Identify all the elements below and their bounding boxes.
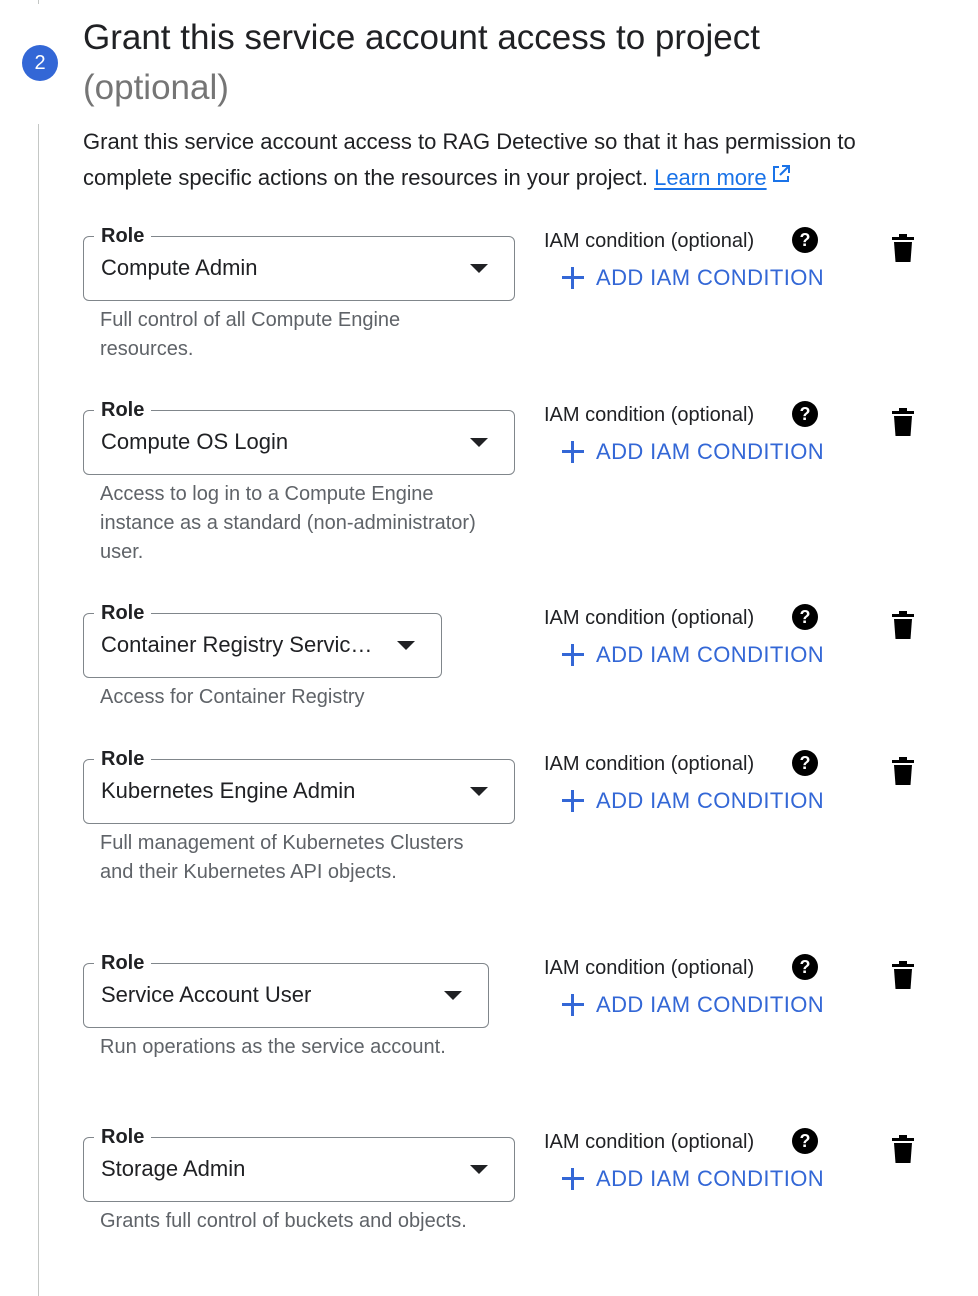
add-iam-condition-button[interactable]: ADD IAM CONDITION	[562, 788, 824, 814]
role-label: Role	[94, 600, 152, 626]
help-icon[interactable]: ?	[792, 227, 818, 253]
role-description: Access to log in to a Compute Engine ins…	[100, 483, 476, 563]
chevron-down-icon	[444, 991, 462, 1000]
role-value: Container Registry Servic…	[101, 632, 373, 657]
chevron-down-icon	[470, 1165, 488, 1174]
add-iam-condition-label: ADD IAM CONDITION	[596, 1166, 825, 1191]
add-iam-condition-label: ADD IAM CONDITION	[596, 439, 825, 464]
add-iam-condition-button[interactable]: ADD IAM CONDITION	[562, 642, 824, 668]
chevron-down-icon	[470, 438, 488, 447]
role-select[interactable]: Role Service Account User	[83, 950, 489, 1028]
external-link-icon	[771, 159, 791, 195]
add-iam-condition-label: ADD IAM CONDITION	[596, 642, 825, 667]
section-description: Grant this service account access to RAG…	[83, 124, 933, 197]
role-label: Role	[94, 397, 152, 423]
role-description: Full control of all Compute Engine resou…	[100, 309, 401, 360]
role-description: Run operations as the service account.	[100, 1036, 446, 1058]
role-value: Kubernetes Engine Admin	[101, 778, 356, 803]
role-select[interactable]: Role Compute Admin	[83, 223, 515, 301]
section-title: Grant this service account access to pro…	[83, 18, 760, 57]
plus-icon	[562, 1168, 584, 1190]
add-iam-condition-label: ADD IAM CONDITION	[596, 788, 825, 813]
role-value: Compute OS Login	[101, 429, 289, 454]
add-iam-condition-button[interactable]: ADD IAM CONDITION	[562, 1166, 824, 1192]
role-label: Role	[94, 950, 152, 976]
plus-icon	[562, 644, 584, 666]
role-select[interactable]: Role Storage Admin	[83, 1124, 515, 1202]
section-subtitle: (optional)	[83, 68, 229, 107]
plus-icon	[562, 994, 584, 1016]
role-label: Role	[94, 746, 152, 772]
stepper-line-top	[38, 0, 39, 4]
help-icon[interactable]: ?	[792, 954, 818, 980]
iam-condition-label: IAM condition (optional)	[544, 753, 755, 775]
learn-more-link[interactable]: Learn more	[654, 165, 791, 190]
role-select[interactable]: Role Kubernetes Engine Admin	[83, 746, 515, 824]
iam-condition-label: IAM condition (optional)	[544, 1131, 755, 1153]
help-icon[interactable]: ?	[792, 401, 818, 427]
stepper-line	[38, 124, 39, 1296]
role-select[interactable]: Role Compute OS Login	[83, 397, 515, 475]
iam-condition-label: IAM condition (optional)	[544, 230, 755, 252]
help-icon[interactable]: ?	[792, 750, 818, 776]
chevron-down-icon	[397, 641, 415, 650]
help-icon[interactable]: ?	[792, 604, 818, 630]
delete-icon[interactable]	[892, 1135, 914, 1163]
learn-more-label: Learn more	[654, 165, 767, 190]
role-value: Service Account User	[101, 982, 312, 1007]
add-iam-condition-button[interactable]: ADD IAM CONDITION	[562, 439, 824, 465]
role-description: Full management of Kubernetes Clusters a…	[100, 832, 464, 883]
role-label: Role	[94, 223, 152, 249]
iam-condition-label: IAM condition (optional)	[544, 957, 755, 979]
help-icon[interactable]: ?	[792, 1128, 818, 1154]
role-description: Access for Container Registry	[100, 686, 365, 708]
iam-condition-label: IAM condition (optional)	[544, 404, 755, 426]
delete-icon[interactable]	[892, 408, 914, 436]
role-description: Grants full control of buckets and objec…	[100, 1210, 467, 1232]
plus-icon	[562, 790, 584, 812]
role-value: Storage Admin	[101, 1156, 246, 1181]
chevron-down-icon	[470, 787, 488, 796]
add-iam-condition-button[interactable]: ADD IAM CONDITION	[562, 265, 824, 291]
iam-condition-label: IAM condition (optional)	[544, 607, 755, 629]
add-iam-condition-label: ADD IAM CONDITION	[596, 265, 825, 290]
role-value: Compute Admin	[101, 255, 258, 280]
delete-icon[interactable]	[892, 611, 914, 639]
step-number-badge: 2	[22, 45, 58, 81]
add-iam-condition-button[interactable]: ADD IAM CONDITION	[562, 992, 824, 1018]
role-select[interactable]: Role Container Registry Servic…	[83, 600, 442, 678]
delete-icon[interactable]	[892, 234, 914, 262]
plus-icon	[562, 267, 584, 289]
delete-icon[interactable]	[892, 757, 914, 785]
add-iam-condition-label: ADD IAM CONDITION	[596, 992, 825, 1017]
plus-icon	[562, 441, 584, 463]
role-label: Role	[94, 1124, 152, 1150]
delete-icon[interactable]	[892, 961, 914, 989]
chevron-down-icon	[470, 264, 488, 273]
